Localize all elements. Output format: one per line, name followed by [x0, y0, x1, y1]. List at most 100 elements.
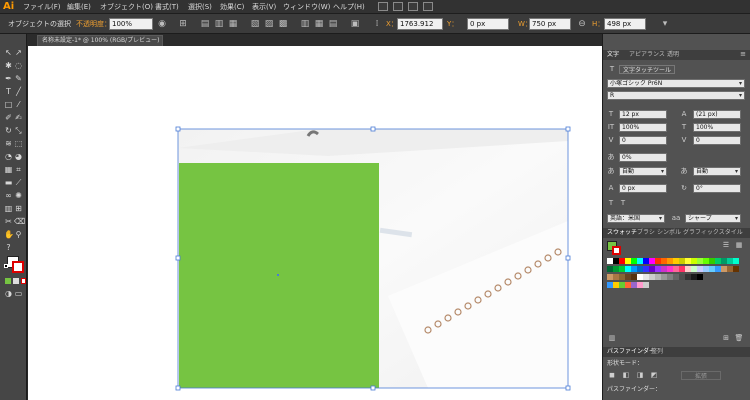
width-tool-icon[interactable]: ≋	[4, 139, 13, 148]
distribute-icon[interactable]: ▥	[300, 17, 310, 31]
underline-icon[interactable]: T	[606, 199, 616, 208]
none-mode-icon[interactable]	[21, 278, 26, 284]
tab-transparency[interactable]: 透明	[667, 50, 679, 59]
link-icon[interactable]: ⊖	[577, 17, 587, 31]
rotate-tool-icon[interactable]: ↻	[4, 126, 13, 135]
mojikumi-left-dropdown[interactable]: 自動	[619, 167, 667, 176]
font-family-dropdown[interactable]: 小塚ゴシック Pr6N	[607, 79, 745, 88]
stroke-swatch[interactable]	[12, 261, 24, 273]
rectangle-tool-icon[interactable]: □	[4, 100, 13, 109]
more-options-icon[interactable]: ▾	[660, 17, 670, 31]
direct-selection-tool-icon[interactable]: ↗	[14, 48, 23, 57]
align-middle-icon[interactable]: ▨	[264, 17, 274, 31]
antialias-dropdown[interactable]: シャープ	[685, 214, 741, 223]
menu-help[interactable]: ヘルプ(H)	[333, 0, 365, 14]
eraser-tool-icon[interactable]: ⌫	[14, 217, 25, 226]
workspace-icon[interactable]	[423, 2, 433, 11]
pen-tool-icon[interactable]: ✒	[4, 74, 13, 83]
align-bottom-icon[interactable]: ▩	[278, 17, 288, 31]
exclude-icon[interactable]: ◩	[649, 371, 659, 380]
help-icon[interactable]: ?	[4, 243, 13, 252]
color-mode-icon[interactable]	[5, 278, 11, 284]
graph-tool-icon[interactable]: ▥	[4, 204, 13, 213]
zoom-tool-icon[interactable]: ⚲	[14, 230, 23, 239]
horizontal-scale-field[interactable]: 100%	[693, 123, 741, 132]
tab-pathfinder[interactable]: パスファインダー	[607, 347, 655, 356]
live-paint-icon[interactable]: ◕	[14, 152, 23, 161]
tracking-field[interactable]: 0	[693, 136, 741, 145]
pencil-tool-icon[interactable]: ✐	[4, 113, 13, 122]
tab-graphic-styles[interactable]: グラフィックスタイル	[683, 228, 743, 237]
swatch-color[interactable]	[733, 266, 739, 272]
distribute-bottom-icon[interactable]: ▤	[328, 17, 338, 31]
intersect-icon[interactable]: ◨	[635, 371, 645, 380]
touch-type-tool-button[interactable]: 文字タッチツール	[619, 65, 676, 74]
distribute-center-icon[interactable]: ▦	[314, 17, 324, 31]
baseline-shift-field[interactable]: 0 px	[619, 184, 667, 193]
align-center-icon[interactable]: ▥	[214, 17, 224, 31]
language-dropdown[interactable]: 英語：米国	[607, 214, 665, 223]
scale-tool-icon[interactable]: ⤡	[14, 126, 23, 135]
blob-brush-icon[interactable]: ✍	[14, 113, 23, 122]
default-colors-icon[interactable]	[4, 264, 8, 268]
swatch-libraries-icon[interactable]: ▥	[607, 334, 617, 343]
menu-edit[interactable]: 編集(E)	[67, 0, 91, 14]
lasso-icon[interactable]: ◌	[14, 61, 23, 70]
menu-view[interactable]: 表示(V)	[252, 0, 276, 14]
opacity-label[interactable]: 不透明度：	[76, 14, 111, 34]
strikethrough-icon[interactable]: T	[618, 199, 628, 208]
bridge-icon[interactable]	[378, 2, 388, 11]
magic-wand-icon[interactable]: ✱	[4, 61, 13, 70]
eyedropper-icon[interactable]: ⟋	[14, 178, 23, 187]
swatch-color[interactable]	[697, 274, 703, 280]
align-left-icon[interactable]: ▤	[200, 17, 210, 31]
symbol-sprayer-icon[interactable]: ✺	[14, 191, 23, 200]
screen-mode-icon[interactable]: ▭	[14, 289, 23, 298]
swatch-color[interactable]	[643, 282, 649, 288]
grid-view-icon[interactable]: ▦	[734, 241, 744, 250]
gradient-mode-icon[interactable]	[13, 278, 19, 284]
transform-icon[interactable]: ▣	[350, 17, 360, 31]
reference-point-icon[interactable]: ⁞	[372, 17, 382, 31]
document-tab[interactable]: 名称未設定-1* @ 100% (RGB/プレビュー)	[37, 35, 163, 46]
vertical-scale-field[interactable]: 100%	[619, 123, 667, 132]
selection-tool-icon[interactable]: ↖	[4, 48, 13, 57]
type-tool-icon[interactable]: T	[4, 87, 13, 96]
paintbrush-tool-icon[interactable]: ⁄	[14, 100, 23, 109]
unite-icon[interactable]: ◼	[607, 371, 617, 380]
delete-swatch-icon[interactable]: 🗑	[734, 334, 744, 343]
blend-tool-icon[interactable]: ∞	[4, 191, 13, 200]
align-top-icon[interactable]: ▧	[250, 17, 260, 31]
font-style-dropdown[interactable]: R	[607, 91, 745, 100]
align-right-icon[interactable]: ▦	[228, 17, 238, 31]
gradient-tool-icon[interactable]: ▬	[4, 178, 13, 187]
tab-symbols[interactable]: シンボル	[657, 228, 681, 237]
artboard-canvas[interactable]	[28, 46, 602, 400]
swatch-stroke-preview[interactable]	[612, 246, 621, 255]
mojikumi-right-dropdown[interactable]: 自動	[693, 167, 741, 176]
stock-icon[interactable]	[393, 2, 403, 11]
menu-effect[interactable]: 効果(C)	[220, 0, 244, 14]
menu-window[interactable]: ウィンドウ(W)	[283, 0, 330, 14]
slice-tool-icon[interactable]: ✂	[4, 217, 13, 226]
opacity-field[interactable]: 100%	[109, 18, 153, 30]
font-size-field[interactable]: 12 px	[619, 110, 667, 119]
menu-file[interactable]: ファイル(F)	[23, 0, 61, 14]
leading-field[interactable]: (21 px)	[693, 110, 741, 119]
tab-appearance[interactable]: アピアランス	[629, 50, 665, 59]
minus-front-icon[interactable]: ◧	[621, 371, 631, 380]
tab-brushes[interactable]: ブラシ	[637, 228, 655, 237]
kerning-field[interactable]: 0	[619, 136, 667, 145]
align-icon[interactable]: ⊞	[178, 17, 188, 31]
tsume-field[interactable]: 0%	[619, 153, 667, 162]
arrange-documents-icon[interactable]	[408, 2, 418, 11]
panel-menu-icon[interactable]: ≡	[738, 50, 748, 59]
rotation-field[interactable]: 0°	[693, 184, 741, 193]
shape-builder-icon[interactable]: ◔	[4, 152, 13, 161]
list-view-icon[interactable]: ☰	[721, 241, 731, 250]
tab-align[interactable]: 整列	[651, 347, 663, 356]
menu-object[interactable]: オブジェクト(O)	[100, 0, 153, 14]
menu-select[interactable]: 選択(S)	[188, 0, 212, 14]
hand-tool-icon[interactable]: ✋	[4, 230, 14, 239]
w-field[interactable]: 750 px	[529, 18, 571, 30]
